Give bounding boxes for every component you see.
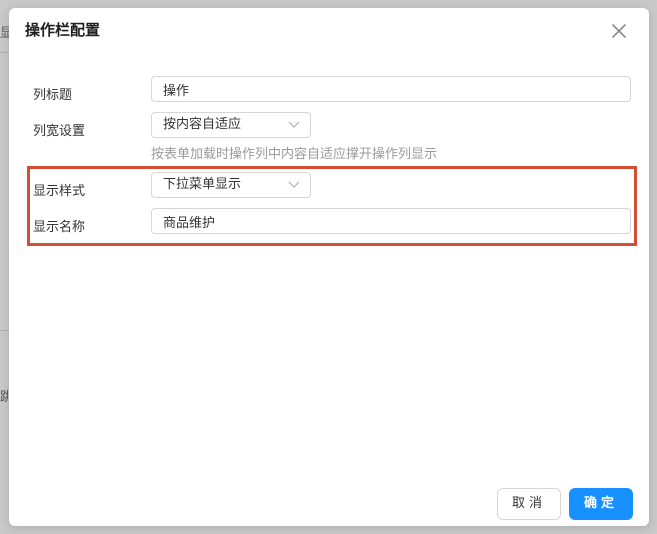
highlight-annotation-box bbox=[27, 166, 637, 246]
column-title-label: 列标题 bbox=[33, 88, 73, 103]
column-width-selected-value: 按内容自适应 bbox=[163, 117, 242, 132]
chevron-down-icon bbox=[288, 121, 300, 128]
column-title-input[interactable] bbox=[151, 76, 631, 102]
display-name-input[interactable] bbox=[151, 208, 631, 234]
close-button[interactable] bbox=[607, 19, 631, 43]
chevron-down-icon bbox=[288, 181, 300, 188]
column-width-select[interactable]: 按内容自适应 bbox=[151, 112, 311, 138]
display-style-selected-value: 下拉菜单显示 bbox=[163, 177, 242, 192]
column-width-label: 列宽设置 bbox=[33, 124, 86, 139]
display-style-select[interactable]: 下拉菜单显示 bbox=[151, 172, 311, 198]
cancel-button[interactable]: 取消 bbox=[497, 488, 561, 520]
display-name-label: 显示名称 bbox=[33, 220, 86, 235]
config-dialog: 操作栏配置 列标题 列宽设置 按内容自适应 按表单加载时操作列中内容自适应撑开操… bbox=[9, 8, 649, 526]
display-style-label: 显示样式 bbox=[33, 184, 86, 199]
dialog-title: 操作栏配置 bbox=[25, 21, 101, 39]
confirm-button[interactable]: 确定 bbox=[569, 488, 633, 520]
close-icon bbox=[612, 24, 626, 38]
column-width-hint: 按表单加载时操作列中内容自适应撑开操作列显示 bbox=[151, 147, 438, 162]
